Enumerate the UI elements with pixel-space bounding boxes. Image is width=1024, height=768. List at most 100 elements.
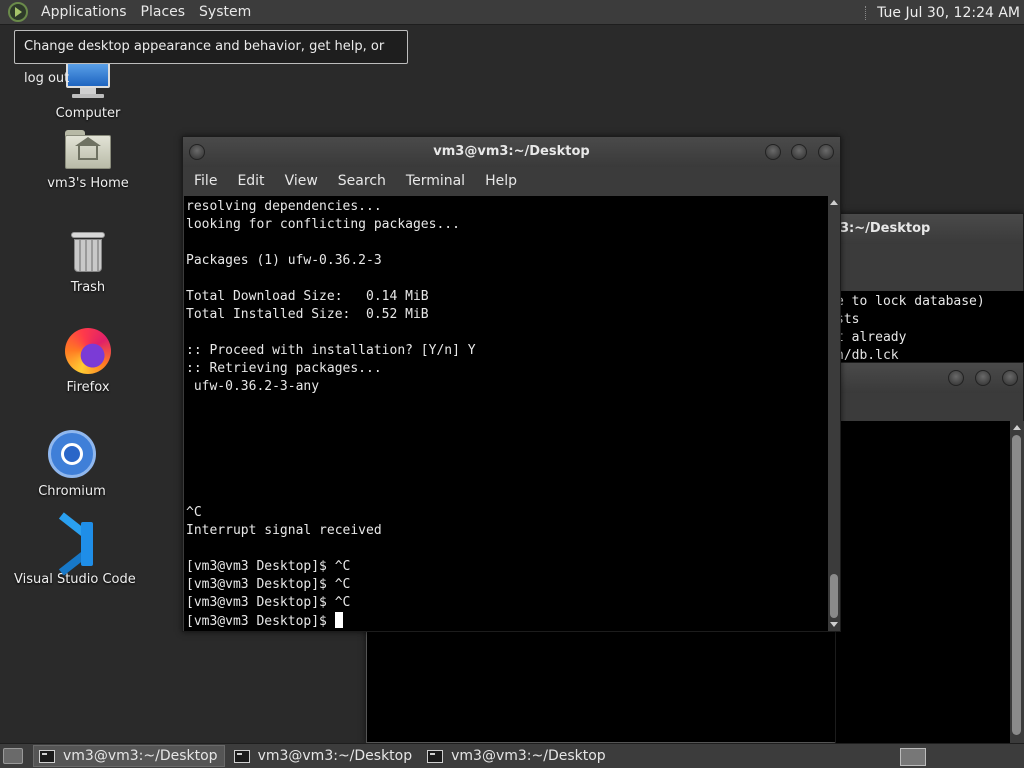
back-terminal-2-output[interactable] — [836, 421, 1010, 743]
terminal-line: [vm3@vm3 Desktop]$ ^C — [186, 559, 351, 574]
back-terminal-1-output[interactable]: e to lock database) sts t already n/db.l… — [836, 291, 1024, 373]
back-terminal-window-2[interactable] — [835, 362, 1024, 743]
terminal-line: Interrupt signal received — [186, 523, 382, 538]
menu-help[interactable]: Help — [475, 173, 527, 189]
desktop-icon-label: Visual Studio Code — [14, 572, 136, 587]
minimize-button[interactable] — [948, 370, 964, 386]
scroll-down-icon[interactable] — [830, 622, 838, 627]
home-folder-icon — [65, 130, 111, 170]
desktop-icon-label: Chromium — [38, 484, 106, 499]
terminal-line: resolving dependencies... — [186, 199, 382, 214]
taskbar-item-label: vm3@vm3:~/Desktop — [257, 748, 413, 764]
taskbar-item-label: vm3@vm3:~/Desktop — [63, 748, 218, 764]
desktop-icon-vscode[interactable]: Visual Studio Code — [14, 512, 136, 587]
workspace-switcher[interactable] — [900, 748, 926, 766]
terminal-line: ^C — [186, 505, 202, 520]
scroll-thumb[interactable] — [1012, 435, 1021, 735]
vscode-icon — [51, 512, 97, 576]
taskbar-item[interactable]: vm3@vm3:~/Desktop — [33, 745, 225, 767]
show-desktop-icon[interactable] — [3, 748, 23, 764]
terminal-line: ufw-0.36.2-3-any — [186, 379, 320, 394]
terminal-line: [vm3@vm3 Desktop]$ ^C — [186, 595, 351, 610]
terminal-line: looking for conflicting packages... — [186, 217, 460, 232]
scroll-up-icon[interactable] — [1013, 425, 1021, 430]
terminal-lines: resolving dependencies... looking for con… — [186, 198, 828, 612]
back-terminal-2-menubar — [836, 393, 1023, 421]
desktop-icon-label: Computer — [55, 106, 121, 121]
firefox-icon — [65, 328, 111, 374]
bottom-panel: vm3@vm3:~/Desktop vm3@vm3:~/Desktop vm3@… — [0, 743, 1024, 768]
menu-search[interactable]: Search — [328, 173, 396, 189]
back-terminal-1-titlebar[interactable]: 3:~/Desktop — [836, 214, 1023, 244]
desktop-icon-label: Firefox — [66, 380, 110, 395]
maximize-button[interactable] — [975, 370, 991, 386]
system-menu-tooltip: Change desktop appearance and behavior, … — [14, 30, 408, 86]
system-menu[interactable]: System — [192, 0, 258, 25]
scroll-thumb[interactable] — [830, 574, 838, 618]
window-title: vm3@vm3:~/Desktop — [433, 144, 590, 159]
desktop-icon-home[interactable]: vm3's Home — [43, 130, 133, 191]
terminal-cursor — [334, 612, 343, 628]
panel-separator — [865, 5, 867, 20]
terminal-prompt-line[interactable]: [vm3@vm3 Desktop]$ — [186, 612, 828, 630]
terminal-scrollbar[interactable] — [828, 196, 840, 631]
clock[interactable]: Tue Jul 30, 12:24 AM — [877, 5, 1020, 21]
close-button[interactable] — [1002, 370, 1018, 386]
computer-icon — [64, 62, 112, 100]
taskbar-item[interactable]: vm3@vm3:~/Desktop — [422, 745, 612, 767]
clock-area: Tue Jul 30, 12:24 AM — [865, 0, 1024, 25]
terminal-line: :: Proceed with installation? [Y/n] Y — [186, 343, 476, 358]
terminal-prompt: [vm3@vm3 Desktop]$ — [186, 614, 335, 629]
terminal-line: e to lock database) — [836, 294, 985, 309]
terminal-line: Total Installed Size: 0.52 MiB — [186, 307, 429, 322]
desktop-icon-label: Trash — [70, 280, 106, 295]
terminal-output[interactable]: resolving dependencies... looking for con… — [184, 196, 828, 631]
maximize-button[interactable] — [791, 144, 807, 160]
main-terminal-titlebar[interactable]: vm3@vm3:~/Desktop — [183, 137, 840, 167]
desktop-icon-trash[interactable]: Trash — [48, 230, 128, 295]
minimize-button[interactable] — [765, 144, 781, 160]
menu-terminal[interactable]: Terminal — [396, 173, 475, 189]
close-button[interactable] — [818, 144, 834, 160]
scroll-up-icon[interactable] — [830, 200, 838, 205]
menu-file[interactable]: File — [184, 173, 227, 189]
window-menu-button[interactable] — [189, 144, 205, 160]
terminal-line: t already — [836, 330, 907, 345]
terminal-icon — [39, 749, 55, 763]
trash-icon — [70, 230, 106, 274]
back-terminal-1-menubar — [836, 244, 1023, 271]
terminal-line: [vm3@vm3 Desktop]$ ^C — [186, 577, 351, 592]
back-terminal-window-1[interactable]: 3:~/Desktop e to lock database) sts t al… — [835, 213, 1024, 373]
terminal-line: sts — [836, 312, 860, 327]
main-terminal-window[interactable]: vm3@vm3:~/Desktop File Edit View Search … — [182, 136, 841, 632]
desktop-icon-label: vm3's Home — [47, 176, 129, 191]
terminal-menubar: File Edit View Search Terminal Help — [183, 167, 840, 194]
back-terminal-2-scrollbar[interactable] — [1010, 421, 1024, 743]
desktop-icon-firefox[interactable]: Firefox — [48, 328, 128, 395]
chromium-icon — [48, 430, 96, 478]
terminal-icon — [233, 749, 250, 763]
places-menu[interactable]: Places — [134, 0, 193, 25]
terminal-line: Total Download Size: 0.14 MiB — [186, 289, 429, 304]
top-panel: Applications Places System Tue Jul 30, 1… — [0, 0, 1024, 25]
desktop-icon-chromium[interactable]: Chromium — [32, 430, 112, 499]
back-terminal-2-titlebar[interactable] — [836, 363, 1023, 393]
applications-menu[interactable]: Applications — [34, 0, 134, 25]
terminal-line: Packages (1) ufw-0.36.2-3 — [186, 253, 382, 268]
back-terminal-1-title: 3:~/Desktop — [840, 221, 931, 236]
taskbar-item-label: vm3@vm3:~/Desktop — [451, 748, 606, 764]
terminal-line: :: Retrieving packages... — [186, 361, 382, 376]
menu-view[interactable]: View — [275, 173, 328, 189]
distro-logo-icon[interactable] — [8, 2, 28, 22]
taskbar-item[interactable]: vm3@vm3:~/Desktop — [229, 745, 419, 767]
menu-edit[interactable]: Edit — [227, 173, 274, 189]
